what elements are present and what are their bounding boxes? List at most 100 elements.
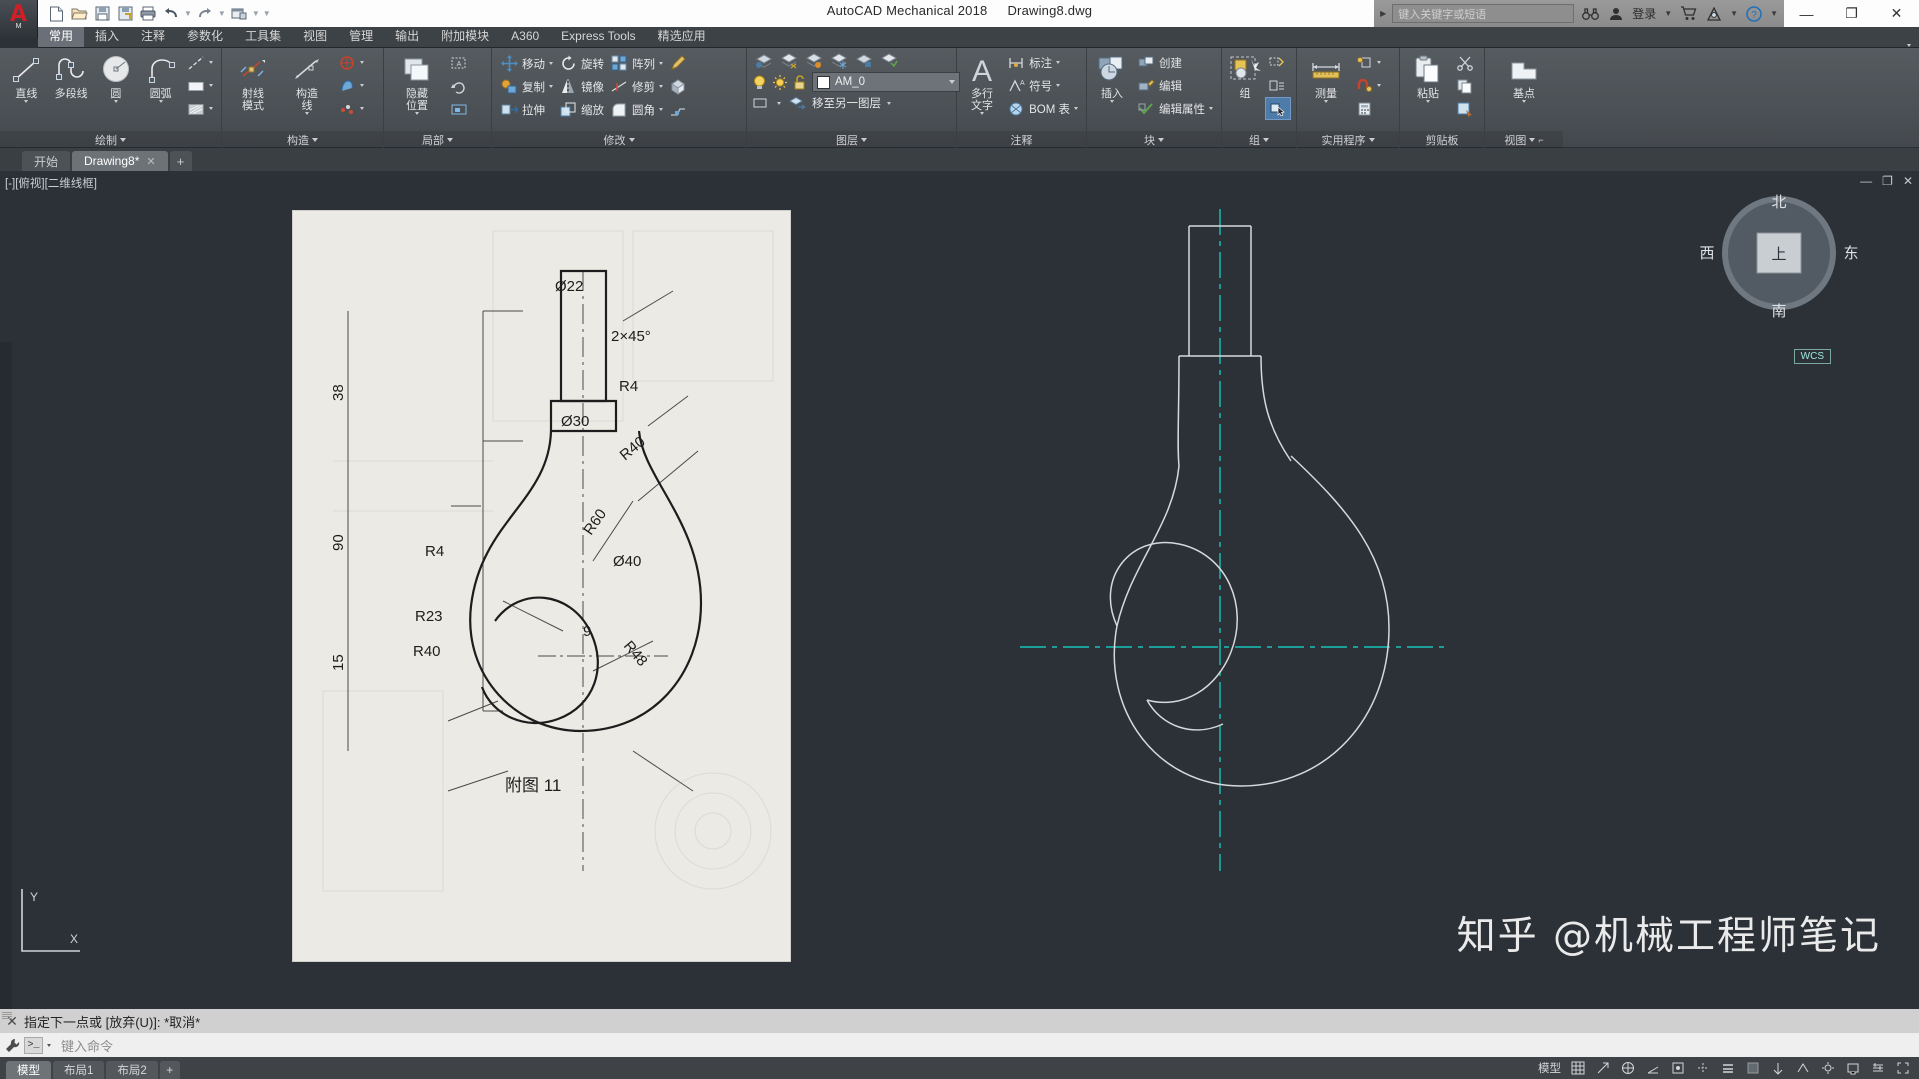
- fillet-dropdown-caret[interactable]: [659, 108, 663, 111]
- close-icon[interactable]: ✕: [146, 155, 155, 168]
- power-snap-caret[interactable]: [360, 84, 364, 87]
- search-input[interactable]: 键入关键字或短语: [1392, 4, 1575, 23]
- minimize-viewport-icon[interactable]: —: [1860, 174, 1872, 188]
- sun-icon[interactable]: [772, 74, 788, 91]
- new-icon[interactable]: [46, 4, 66, 24]
- tool-measure[interactable]: 测量: [1302, 51, 1350, 103]
- base-point-dropdown-caret[interactable]: [1522, 100, 1526, 103]
- move-to-layer-icon[interactable]: [787, 95, 806, 111]
- layer-match-icon[interactable]: [879, 52, 898, 69]
- workspace-icon[interactable]: [1820, 1060, 1836, 1076]
- ribbon-tab-featured-apps[interactable]: 精选应用: [647, 27, 717, 47]
- tool-hide-situation[interactable]: 隐藏 位置: [389, 51, 445, 115]
- tool-ray-mode[interactable]: 射线 模式: [227, 51, 279, 112]
- layout-tab-layout1[interactable]: 布局1: [53, 1061, 105, 1079]
- layer-off-icon[interactable]: [779, 52, 798, 69]
- tool-update-hide[interactable]: [447, 74, 471, 97]
- measure-dropdown-caret[interactable]: [1324, 100, 1328, 103]
- layer-freeze-icon[interactable]: [829, 52, 848, 69]
- arc-dropdown-caret[interactable]: [158, 100, 163, 103]
- workspace-dropdown-caret[interactable]: ▼: [252, 9, 260, 18]
- move-dropdown-caret[interactable]: [549, 62, 553, 65]
- trim-dropdown-caret[interactable]: [659, 85, 663, 88]
- layer-properties-icon[interactable]: [754, 52, 773, 69]
- tool-xline[interactable]: 构造线: [281, 51, 333, 115]
- tool-power-erase[interactable]: [335, 97, 367, 120]
- tool-edit-block[interactable]: 编辑: [1134, 74, 1216, 97]
- redo-icon[interactable]: [195, 4, 215, 24]
- undo-dropdown-caret[interactable]: ▼: [184, 9, 192, 18]
- edit-attr-dropdown-caret[interactable]: [1209, 107, 1213, 110]
- tool-circle[interactable]: 圆: [95, 51, 138, 103]
- layer-isolate-icon[interactable]: [804, 52, 823, 69]
- tool-power-dim[interactable]: [335, 51, 367, 74]
- tool-move[interactable]: 移动: [497, 52, 556, 75]
- command-input[interactable]: 键入命令: [51, 1036, 1919, 1055]
- selection-cycling-icon[interactable]: [1770, 1060, 1786, 1076]
- customization-icon[interactable]: [1870, 1060, 1886, 1076]
- status-model-label[interactable]: 模型: [1538, 1060, 1561, 1076]
- ribbon-tab-insert[interactable]: 插入: [84, 27, 130, 47]
- tool-solid-fill[interactable]: [184, 74, 216, 97]
- app-dropdown-caret[interactable]: ▼: [1730, 9, 1738, 18]
- ortho-icon[interactable]: [1620, 1060, 1636, 1076]
- osnap-icon[interactable]: [1670, 1060, 1686, 1076]
- ribbon-tab-addins[interactable]: 附加模块: [430, 27, 500, 47]
- tool-array[interactable]: 阵列: [607, 52, 666, 75]
- power-erase-caret[interactable]: [360, 107, 364, 110]
- tool-arc[interactable]: 圆弧: [139, 51, 182, 103]
- tool-base-point[interactable]: 基点: [1499, 51, 1549, 103]
- tool-hatch[interactable]: [184, 97, 216, 120]
- signin-dropdown-caret[interactable]: ▼: [1664, 9, 1672, 18]
- minimize-button[interactable]: —: [1784, 0, 1829, 27]
- point-filter-caret[interactable]: [1377, 84, 1381, 87]
- grid-icon[interactable]: [1570, 1060, 1586, 1076]
- layer-dropdown-caret[interactable]: [949, 80, 955, 84]
- tool-group-selection[interactable]: [1265, 97, 1291, 120]
- ribbon-tab-output[interactable]: 输出: [384, 27, 430, 47]
- tool-detail[interactable]: [447, 97, 471, 120]
- symbol-dropdown-caret[interactable]: [1056, 84, 1061, 87]
- quick-select-caret[interactable]: [1377, 61, 1381, 64]
- tool-trim[interactable]: 修剪: [607, 75, 666, 98]
- ribbon-tab-manage[interactable]: 管理: [338, 27, 384, 47]
- xline-dropdown-caret[interactable]: [305, 112, 309, 115]
- workspace-icon[interactable]: [229, 4, 249, 24]
- tool-cut[interactable]: [1453, 51, 1477, 74]
- autodesk-app-icon[interactable]: [1704, 4, 1724, 24]
- ribbon-tab-home[interactable]: 常用: [38, 27, 85, 47]
- circle-dropdown-caret[interactable]: [113, 100, 118, 103]
- view-panel-expand-icon[interactable]: ⌐: [1538, 135, 1543, 145]
- qat-more-caret[interactable]: ▼: [263, 9, 271, 18]
- layout-tab-layout2[interactable]: 布局2: [106, 1061, 158, 1079]
- panel-draw-title[interactable]: 绘制: [0, 131, 221, 148]
- power-dim-caret[interactable]: [360, 61, 364, 64]
- open-icon[interactable]: [69, 4, 89, 24]
- panel-construct-title[interactable]: 构造: [222, 131, 383, 148]
- new-drawing-tab-button[interactable]: +: [169, 151, 192, 171]
- ribbon-tab-view[interactable]: 视图: [292, 27, 338, 47]
- tool-group[interactable]: 组: [1227, 51, 1263, 100]
- bom-dropdown-caret[interactable]: [1074, 107, 1078, 110]
- unlock-icon[interactable]: [793, 74, 807, 91]
- infocenter-expand-caret[interactable]: ▶: [1380, 9, 1386, 18]
- annotation-scale-icon[interactable]: [1795, 1060, 1811, 1076]
- hardware-accel-icon[interactable]: [1845, 1060, 1861, 1076]
- ribbon-tab-annotate[interactable]: 注释: [130, 27, 176, 47]
- tool-construction-line[interactable]: [184, 51, 216, 74]
- tool-polyline[interactable]: 多段线: [50, 51, 93, 100]
- application-menu-button[interactable]: A M: [0, 0, 38, 38]
- file-tab-start[interactable]: 开始: [22, 151, 71, 171]
- restore-viewport-icon[interactable]: ❐: [1882, 174, 1893, 188]
- tool-copy[interactable]: 复制: [497, 75, 556, 98]
- save-as-icon[interactable]: [115, 4, 135, 24]
- tool-line[interactable]: 直线: [5, 51, 48, 103]
- tool-symbol[interactable]: A 符号: [1004, 74, 1081, 97]
- binoculars-icon[interactable]: [1580, 4, 1600, 24]
- lineweight-icon[interactable]: [1720, 1060, 1736, 1076]
- tool-bom-table[interactable]: BOM 表: [1004, 97, 1081, 120]
- tool-group-edit[interactable]: [1265, 74, 1291, 97]
- tool-break[interactable]: [666, 98, 690, 121]
- layer-dropdown[interactable]: AM_0: [812, 72, 960, 92]
- hide-dropdown-caret[interactable]: [415, 112, 419, 115]
